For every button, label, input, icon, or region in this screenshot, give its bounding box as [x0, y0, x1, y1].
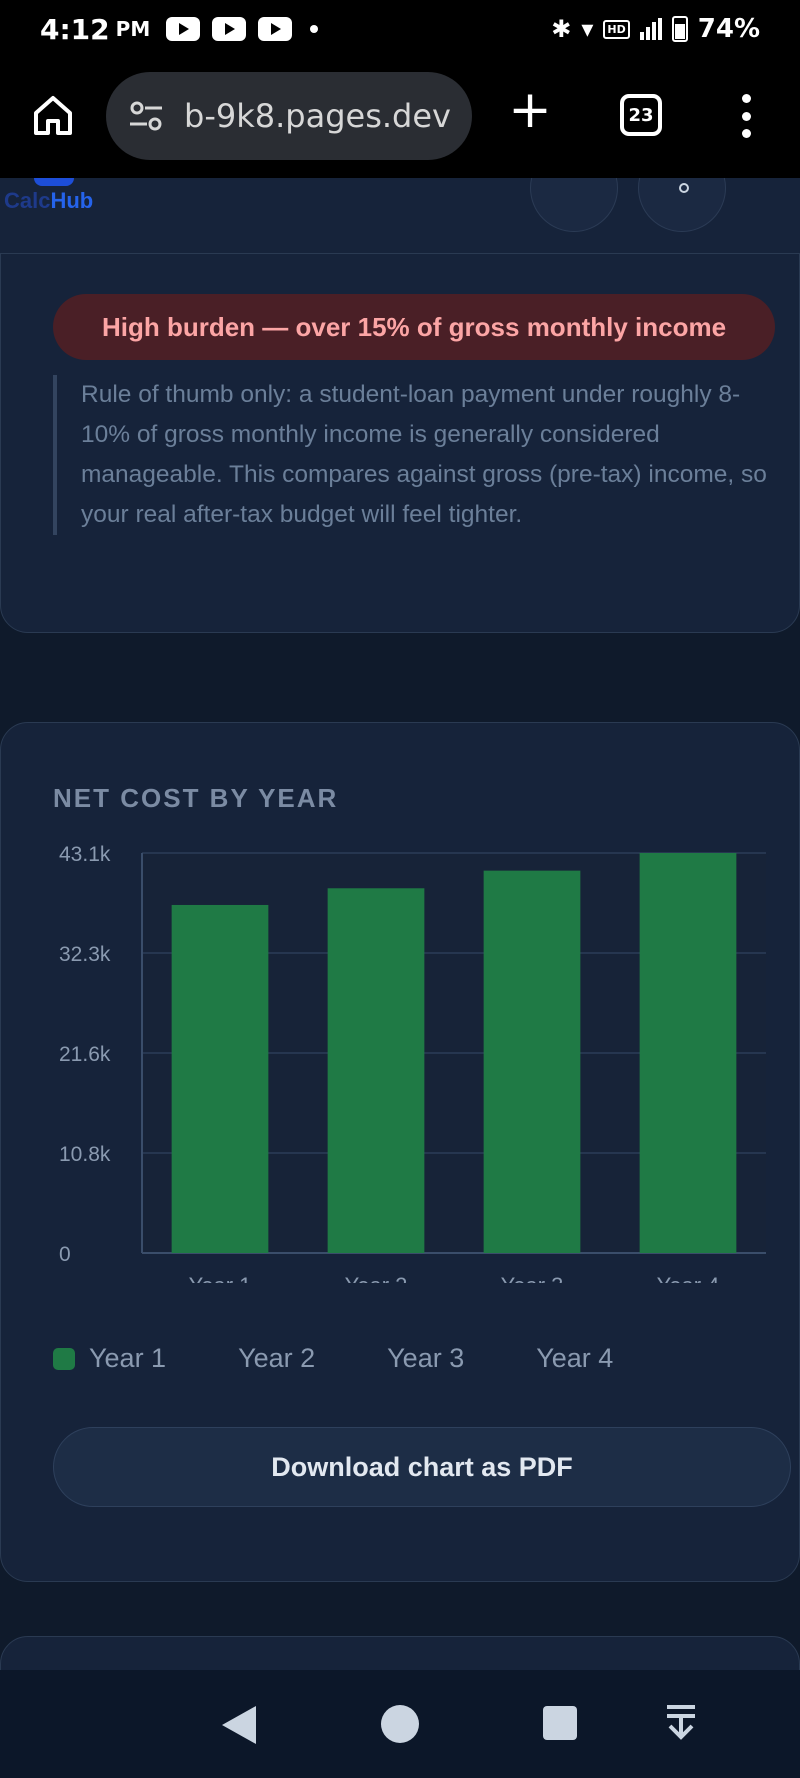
x-tick-label: Year 3: [501, 1273, 564, 1283]
legend-item-year-4[interactable]: Year 4: [536, 1343, 613, 1374]
recents-icon[interactable]: [543, 1706, 577, 1740]
youtube-notification-icon: [212, 17, 247, 41]
keyboard-hide-icon[interactable]: [664, 1702, 698, 1742]
status-ampm: PM: [115, 17, 151, 41]
status-time: 4:12: [40, 12, 110, 46]
y-tick-label: 32.3k: [59, 943, 111, 966]
new-tab-icon[interactable]: +: [506, 84, 554, 136]
bar-year-2: [327, 888, 425, 1253]
battery-icon: [671, 16, 688, 42]
burden-badge: High burden — over 15% of gross monthly …: [53, 294, 775, 360]
back-icon[interactable]: [222, 1706, 256, 1744]
wifi-icon: ▾: [581, 15, 594, 43]
theme-toggle-button[interactable]: [638, 178, 726, 232]
legend-item-year-2[interactable]: Year 2: [238, 1343, 315, 1374]
logo-mark-icon: [34, 178, 74, 186]
tab-switcher-button[interactable]: 23: [620, 94, 662, 136]
sun-icon: [679, 183, 689, 193]
rule-of-thumb-note: Rule of thumb only: a student-loan payme…: [53, 375, 775, 535]
more-notifications-icon: [310, 25, 319, 33]
x-tick-label: Year 4: [657, 1273, 720, 1283]
x-tick-label: Year 2: [345, 1273, 408, 1283]
net-cost-card: NET COST BY YEAR 0 10.8k 21.6k 32.3k 43.1k Ye…: [0, 722, 800, 1582]
chart-title: NET COST BY YEAR: [53, 783, 339, 813]
site-header: CalcHub: [0, 178, 800, 254]
system-nav-bar: [0, 1670, 800, 1778]
legend-item-year-1[interactable]: Year 1: [53, 1343, 166, 1374]
net-cost-chart: 0 10.8k 21.6k 32.3k 43.1k Year 1 Year 2 Year 3 Y…: [59, 843, 766, 1283]
bar-year-4: [639, 853, 737, 1253]
youtube-notification-icon: [166, 17, 201, 41]
status-indicators: ✱ ▾ HD 74%: [551, 14, 760, 44]
youtube-notification-icon: [258, 17, 293, 41]
x-tick-label: Year 1: [189, 1273, 252, 1283]
y-tick-label: 21.6k: [59, 1043, 111, 1066]
bar-year-1: [171, 904, 269, 1253]
status-bar: 4:12 PM ✱ ▾ HD 74%: [0, 0, 800, 58]
hd-lte-icon: HD: [603, 19, 630, 39]
battery-percent: 74%: [697, 14, 760, 44]
home-nav-icon[interactable]: [381, 1705, 419, 1743]
y-tick-label: 0: [59, 1243, 71, 1266]
legend-item-year-3[interactable]: Year 3: [387, 1343, 464, 1374]
bluetooth-icon: ✱: [551, 15, 572, 43]
legend-swatch: [53, 1347, 75, 1370]
next-card: [0, 1636, 800, 1670]
web-page: High burden — over 15% of gross monthly …: [0, 178, 800, 1670]
site-logo[interactable]: CalcHub: [4, 188, 93, 214]
header-button[interactable]: [530, 178, 618, 232]
bar-year-3: [483, 870, 581, 1253]
overflow-menu-icon[interactable]: [736, 94, 756, 138]
y-tick-label: 10.8k: [59, 1143, 111, 1166]
address-bar[interactable]: b-9k8.pages.dev: [106, 72, 472, 160]
browser-toolbar: b-9k8.pages.dev + 23: [0, 58, 800, 178]
home-icon[interactable]: [30, 92, 76, 138]
signal-icon: [639, 18, 662, 40]
site-settings-icon[interactable]: [126, 96, 166, 136]
download-pdf-button[interactable]: Download chart as PDF: [53, 1427, 791, 1507]
chart-legend: Year 1 Year 2 Year 3 Year 4: [53, 1343, 685, 1374]
url-text: b-9k8.pages.dev: [184, 97, 451, 135]
y-tick-label: 43.1k: [59, 843, 111, 866]
